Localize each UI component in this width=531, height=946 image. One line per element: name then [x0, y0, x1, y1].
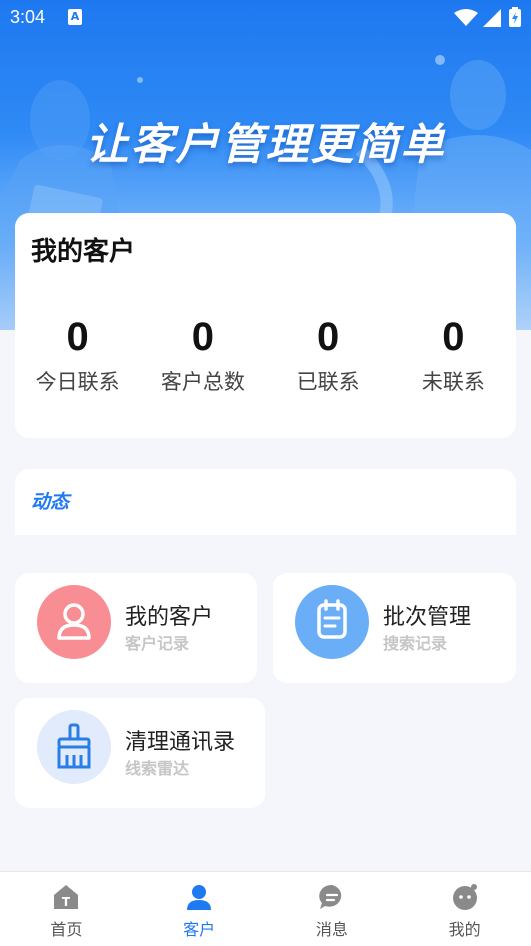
stat-total-customers[interactable]: 0 客户总数 [140, 315, 265, 396]
tile-clean-contacts[interactable]: 清理通讯录 线索雷达 [15, 698, 265, 808]
tab-profile[interactable]: 我的 [398, 872, 531, 946]
stat-value: 0 [66, 315, 89, 359]
stat-label: 已联系 [296, 370, 360, 394]
home-icon: T [51, 882, 81, 912]
battery-icon [509, 7, 521, 27]
stat-value: 0 [442, 315, 465, 359]
tile-my-customers[interactable]: 我的客户 客户记录 [15, 573, 257, 683]
system-icons [453, 7, 521, 32]
profile-icon [450, 882, 480, 912]
tile-subtitle: 搜索记录 [383, 634, 448, 653]
signal-icon [483, 9, 502, 27]
stat-label: 客户总数 [160, 370, 245, 394]
my-customers-title: 我的客户 [31, 237, 136, 267]
stat-label: 未联系 [421, 370, 485, 394]
stat-today-contacted[interactable]: 0 今日联系 [15, 315, 140, 396]
status-bar: 3:04 A [0, 0, 531, 36]
tile-subtitle: 客户记录 [125, 634, 190, 653]
notification-icon: A [68, 9, 82, 25]
customer-stats: 0 今日联系 0 客户总数 0 已联系 0 未联系 [15, 315, 516, 396]
status-time: 3:04 [10, 7, 46, 27]
tab-label: 消息 [315, 920, 348, 939]
notepad-icon [317, 599, 347, 639]
tile-icon-bg [37, 710, 111, 784]
person-icon [57, 603, 91, 640]
stat-value: 0 [191, 315, 214, 359]
dynamic-label: 动态 [31, 491, 70, 513]
tile-icon-bg [295, 585, 369, 659]
stat-contacted[interactable]: 0 已联系 [266, 315, 391, 396]
my-customers-card: 我的客户 0 今日联系 0 客户总数 0 已联系 0 未联系 [15, 213, 516, 438]
wifi-icon [453, 9, 478, 26]
stat-label: 今日联系 [35, 370, 120, 394]
tab-customers[interactable]: 客户 [133, 872, 266, 946]
message-icon [317, 882, 347, 912]
brush-icon [57, 723, 91, 769]
tile-title: 批次管理 [383, 605, 472, 630]
banner-slogan: 让客户管理更简单 [85, 120, 446, 170]
tile-batch-management[interactable]: 批次管理 搜索记录 [273, 573, 516, 683]
tab-label: 首页 [50, 920, 83, 939]
dynamic-section: 动态 [15, 469, 516, 535]
stat-value: 0 [317, 315, 340, 359]
tile-subtitle: 线索雷达 [125, 759, 190, 778]
tab-label: 我的 [448, 920, 481, 939]
stat-not-contacted[interactable]: 0 未联系 [391, 315, 516, 396]
tile-title: 我的客户 [125, 605, 214, 630]
svg-text:T: T [62, 895, 71, 909]
tile-icon-bg [37, 585, 111, 659]
tab-home[interactable]: T 首页 [0, 872, 133, 946]
customer-icon [184, 882, 214, 912]
tab-label: 客户 [183, 920, 216, 939]
tab-messages[interactable]: 消息 [266, 872, 399, 946]
bottom-tab-bar: T 首页 客户 消息 我的 [0, 871, 531, 946]
tile-title: 清理通讯录 [125, 730, 236, 755]
